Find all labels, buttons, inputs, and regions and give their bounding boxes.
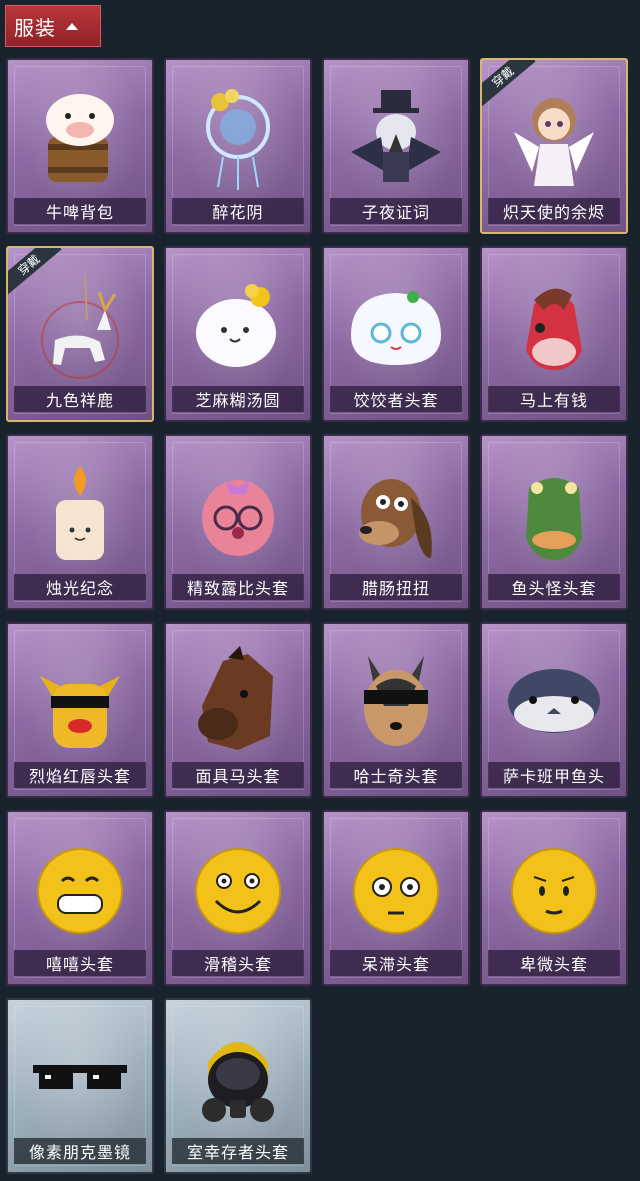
- costume-card[interactable]: 烈焰红唇头套: [6, 622, 154, 798]
- costume-name: 卑微头套: [488, 950, 620, 976]
- costume-card[interactable]: 哈士奇头套: [322, 622, 470, 798]
- sacabambaspis-icon: [499, 642, 609, 760]
- deer-charm-icon: [25, 266, 135, 384]
- costume-card[interactable]: 腊肠扭扭: [322, 434, 470, 610]
- costume-card[interactable]: 呆滞头套: [322, 810, 470, 986]
- costume-name: 烈焰红唇头套: [14, 762, 146, 788]
- costume-name: 芝麻糊汤圆: [172, 386, 304, 412]
- dumpling-head-icon: [341, 266, 451, 384]
- costume-name: 萨卡班甲鱼头: [488, 762, 620, 788]
- costume-name: 呆滞头套: [330, 950, 462, 976]
- horse-mask-icon: [183, 642, 293, 760]
- silly-emoji-icon: [183, 830, 293, 948]
- costume-name: 像素朋克墨镜: [14, 1138, 146, 1164]
- costume-card[interactable]: 鱼头怪头套: [480, 434, 628, 610]
- costume-card[interactable]: 室幸存者头套: [164, 998, 312, 1174]
- costume-card[interactable]: 子夜证词: [322, 58, 470, 234]
- pixel-sunglasses-icon: [25, 1018, 135, 1136]
- fish-head-icon: [499, 454, 609, 572]
- tangyuan-icon: [183, 266, 293, 384]
- costume-card[interactable]: 面具马头套: [164, 622, 312, 798]
- husky-icon: [341, 642, 451, 760]
- dachshund-icon: [341, 454, 451, 572]
- costume-name: 牛啤背包: [14, 198, 146, 224]
- crow-gentleman-icon: [341, 78, 451, 196]
- costume-card[interactable]: 滑稽头套: [164, 810, 312, 986]
- costume-name: 九色祥鹿: [14, 386, 146, 412]
- angel-doll-icon: [499, 78, 609, 196]
- costume-name: 烛光纪念: [14, 574, 146, 600]
- costume-card[interactable]: 芝麻糊汤圆: [164, 246, 312, 422]
- costume-card[interactable]: 醉花阴: [164, 58, 312, 234]
- costume-name: 嘻嘻头套: [14, 950, 146, 976]
- costume-card[interactable]: 马上有钱: [480, 246, 628, 422]
- cow-beer-backpack-icon: [25, 78, 135, 196]
- costume-card[interactable]: 饺饺者头套: [322, 246, 470, 422]
- costume-name: 鱼头怪头套: [488, 574, 620, 600]
- costume-card[interactable]: 牛啤背包: [6, 58, 154, 234]
- gas-mask-icon: [183, 1018, 293, 1136]
- costume-card[interactable]: 穿戴 炽天使的余烬: [480, 58, 628, 234]
- costume-card[interactable]: 烛光纪念: [6, 434, 154, 610]
- costume-card[interactable]: 卑微头套: [480, 810, 628, 986]
- costume-name: 精致露比头套: [172, 574, 304, 600]
- costume-card[interactable]: 嘻嘻头套: [6, 810, 154, 986]
- yellow-mouse-icon: [25, 642, 135, 760]
- candle-icon: [25, 454, 135, 572]
- costume-name: 哈士奇头套: [330, 762, 462, 788]
- stare-emoji-icon: [341, 830, 451, 948]
- costume-name: 炽天使的余烬: [488, 198, 620, 224]
- costume-card[interactable]: 萨卡班甲鱼头: [480, 622, 628, 798]
- pink-beaver-icon: [183, 454, 293, 572]
- costume-name: 饺饺者头套: [330, 386, 462, 412]
- costume-name: 腊肠扭扭: [330, 574, 462, 600]
- costume-name: 马上有钱: [488, 386, 620, 412]
- costume-name: 滑稽头套: [172, 950, 304, 976]
- costume-name: 室幸存者头套: [172, 1138, 304, 1164]
- costume-name: 醉花阴: [172, 198, 304, 224]
- red-horse-icon: [499, 266, 609, 384]
- humble-emoji-icon: [499, 830, 609, 948]
- flower-dreamcatcher-icon: [183, 78, 293, 196]
- grin-emoji-icon: [25, 830, 135, 948]
- costume-card[interactable]: 像素朋克墨镜: [6, 998, 154, 1174]
- costume-name: 子夜证词: [330, 198, 462, 224]
- costume-grid: 牛啤背包 醉花阴 子夜证词 穿戴 炽天使的余烬穿戴 九色祥鹿 芝麻糊汤圆 饺饺者头套 马上有钱烛…: [0, 0, 640, 1181]
- costume-card[interactable]: 穿戴 九色祥鹿: [6, 246, 154, 422]
- costume-name: 面具马头套: [172, 762, 304, 788]
- costume-card[interactable]: 精致露比头套: [164, 434, 312, 610]
